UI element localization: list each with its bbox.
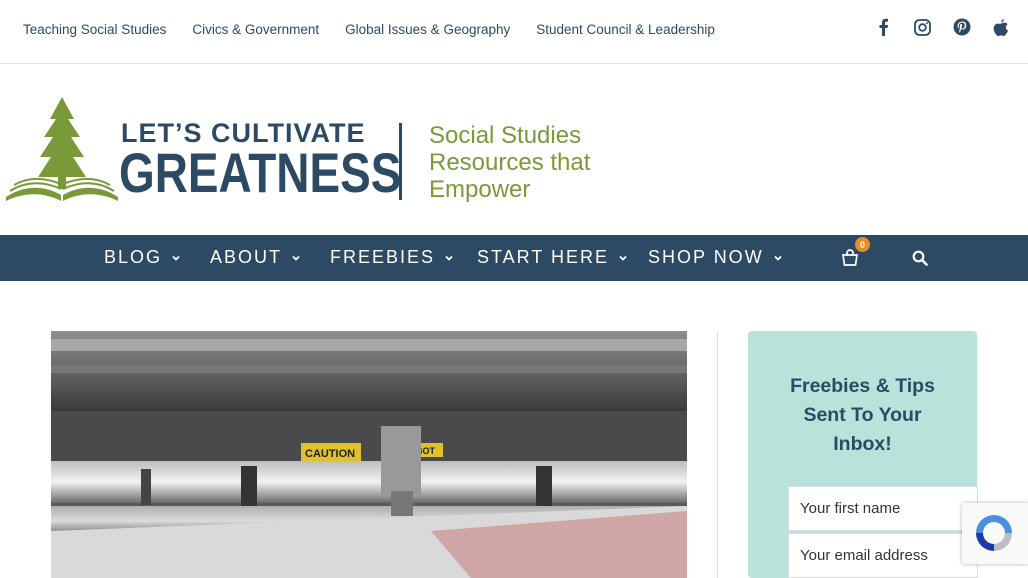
chevron-down-icon: [619, 255, 627, 261]
top-link-global-issues[interactable]: Global Issues & Geography: [345, 22, 510, 37]
newsletter-signup-box: Freebies & Tips Sent To Your Inbox! Your…: [748, 331, 978, 578]
pinterest-icon[interactable]: [952, 17, 971, 37]
nav-label-about: ABOUT: [210, 247, 283, 267]
nav-label-start-here: START HERE: [477, 247, 610, 267]
nav-item-about[interactable]: ABOUT: [210, 247, 300, 268]
recaptcha-icon: [976, 515, 1012, 551]
chevron-down-icon: [172, 255, 180, 261]
search-icon[interactable]: [912, 250, 928, 266]
signup-heading: Freebies & Tips Sent To Your Inbox!: [790, 375, 935, 455]
logo-divider: [399, 123, 402, 200]
nav-item-blog[interactable]: BLOG: [104, 247, 180, 268]
nav-item-freebies[interactable]: FREEBIES: [330, 247, 453, 268]
logo-line-2: GREATNESS: [119, 141, 402, 204]
social-icons: [874, 17, 1010, 37]
chevron-down-icon: [445, 255, 453, 261]
tagline-line-1: Social Studies: [429, 122, 582, 149]
tagline-line-3: Empower: [429, 176, 531, 203]
cart-count-badge: 0: [855, 237, 870, 252]
nav-label-freebies: FREEBIES: [330, 247, 436, 267]
instagram-icon[interactable]: [913, 17, 932, 37]
facebook-icon[interactable]: [874, 17, 893, 37]
logo-tagline: Social Studies Resources that Empower: [429, 122, 590, 203]
apple-icon[interactable]: [991, 17, 1010, 37]
top-link-teaching-social-studies[interactable]: Teaching Social Studies: [23, 22, 166, 37]
printing-press-illustration: CAUTION BOT: [51, 331, 687, 578]
email-field[interactable]: Your email address: [788, 533, 978, 578]
recaptcha-badge[interactable]: [962, 503, 1028, 564]
nav-label-blog: BLOG: [104, 247, 163, 267]
chevron-down-icon: [774, 255, 782, 261]
tagline-line-2: Resources that: [429, 149, 591, 176]
caution-label-1: CAUTION: [305, 448, 355, 460]
nav-item-start-here[interactable]: START HERE: [477, 247, 627, 268]
top-link-civics-government[interactable]: Civics & Government: [192, 22, 319, 37]
top-links: Teaching Social Studies Civics & Governm…: [23, 22, 741, 37]
cart-icon[interactable]: [840, 248, 860, 268]
hero-image: CAUTION BOT: [51, 331, 687, 578]
chevron-down-icon: [292, 255, 300, 261]
top-link-student-council[interactable]: Student Council & Leadership: [536, 22, 715, 37]
content-divider: [717, 331, 718, 578]
main-nav: BLOG ABOUT FREEBIES START HERE SHOP NOW: [0, 235, 1028, 281]
nav-label-shop-now: SHOP NOW: [648, 247, 764, 267]
top-bar: Teaching Social Studies Civics & Governm…: [0, 0, 1028, 64]
nav-item-shop-now[interactable]: SHOP NOW: [648, 247, 782, 268]
first-name-field[interactable]: Your first name: [788, 486, 978, 531]
tree-book-icon: [6, 97, 118, 201]
